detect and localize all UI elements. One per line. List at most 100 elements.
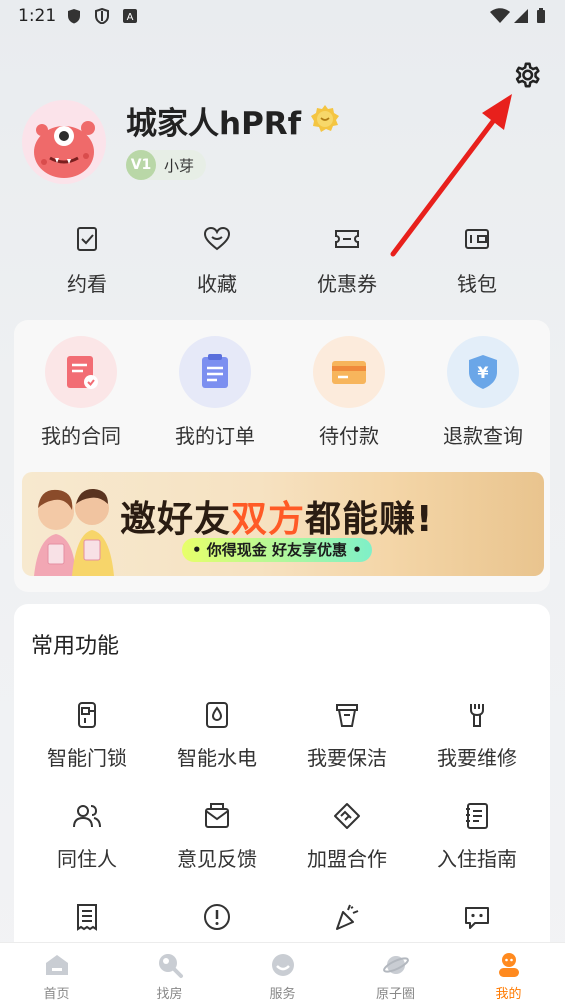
feedback-icon — [205, 803, 229, 828]
banner-text-1: 邀好友 — [120, 499, 232, 540]
app-notification-icon: A — [123, 9, 137, 23]
search-house-icon — [158, 954, 183, 978]
quick-coupons[interactable]: 优惠券 — [282, 224, 412, 304]
heart-icon — [203, 226, 231, 251]
my-orders-label: 我的订单 — [175, 424, 255, 448]
shield-icon — [68, 9, 80, 24]
repair-item[interactable]: 我要维修 — [412, 700, 542, 771]
planet-icon — [382, 956, 409, 974]
section-title: 常用功能 — [31, 634, 120, 659]
nav-find-house[interactable]: 找房 — [113, 943, 226, 1005]
contract-icon — [67, 356, 98, 389]
banner-headline: 邀好友双方都能赚! — [120, 490, 433, 542]
smart-lock-label: 智能门锁 — [47, 746, 127, 770]
smart-lock-icon — [78, 702, 96, 728]
nav-circle[interactable]: 原子圈 — [339, 943, 452, 1005]
cleaning-item[interactable]: 我要保洁 — [282, 700, 412, 771]
refund-inquiry[interactable]: ¥ 退款查询 — [416, 336, 550, 449]
checkin-guide-item[interactable]: 入住指南 — [412, 801, 542, 872]
coupon-icon — [335, 230, 359, 248]
wallet-icon — [465, 229, 489, 249]
nav-service[interactable]: 服务 — [226, 943, 339, 1005]
pending-payment[interactable]: 待付款 — [282, 336, 416, 449]
profile-icon — [498, 953, 519, 977]
handshake-icon — [334, 803, 360, 829]
username: 城家人hPRf — [126, 106, 302, 142]
cleaning-icon — [336, 704, 358, 727]
cellular-signal-icon — [514, 9, 528, 23]
level-code: V1 — [126, 150, 156, 180]
my-contracts-label: 我的合同 — [41, 424, 121, 448]
nav-service-label: 服务 — [269, 987, 296, 1002]
bottom-nav: 首页 找房 服务 原子圈 我的 — [0, 942, 565, 1005]
feedback-label: 意见反馈 — [177, 847, 257, 871]
common-functions-card: 常用功能 智能门锁 智能水电 我要保洁 我要维修 同住人 意见反馈 加盟合作 入… — [14, 604, 550, 984]
refund-shield-icon: ¥ — [469, 355, 497, 389]
status-bar: 1:21 A — [0, 0, 565, 32]
order-icon — [202, 354, 228, 388]
nav-home-label: 首页 — [43, 987, 70, 1002]
roommates-label: 同住人 — [57, 847, 117, 871]
invite-friends-banner[interactable]: 邀好友双方都能赚! • 你得现金 好友享优惠 • — [22, 472, 544, 576]
repair-label: 我要维修 — [437, 746, 517, 770]
service-icon — [271, 954, 294, 976]
guide-icon — [466, 803, 488, 829]
receipt-item[interactable] — [22, 902, 152, 944]
nav-mine[interactable]: 我的 — [452, 943, 565, 1005]
alert-icon — [204, 904, 230, 930]
nav-mine-label: 我的 — [495, 987, 522, 1002]
quick-wallet-label: 钱包 — [457, 272, 497, 296]
battery-icon — [537, 8, 545, 23]
partnership-item[interactable]: 加盟合作 — [282, 801, 412, 872]
roommates-icon — [73, 805, 101, 828]
nav-circle-label: 原子圈 — [375, 987, 415, 1002]
quick-wallet[interactable]: 钱包 — [412, 224, 542, 304]
level-name: 小芽 — [164, 156, 195, 175]
alert-item[interactable] — [152, 902, 282, 944]
orders-card: 我的合同 我的订单 待付款 ¥ 退款查询 邀好友双方都能赚! • 你得现金 好友… — [14, 320, 550, 592]
water-electric-label: 智能水电 — [177, 746, 257, 770]
svg-text:A: A — [127, 12, 134, 23]
member-badge-icon — [311, 105, 339, 132]
chat-item[interactable] — [412, 902, 542, 944]
nav-home[interactable]: 首页 — [0, 943, 113, 1005]
shield-outline-icon — [95, 8, 109, 24]
pending-payment-label: 待付款 — [319, 424, 379, 448]
repair-icon — [470, 704, 484, 727]
quick-favorites-label: 收藏 — [197, 272, 237, 296]
party-icon — [336, 904, 359, 930]
svg-text:¥: ¥ — [477, 363, 488, 382]
monster-avatar-icon — [34, 121, 95, 178]
smart-lock-item[interactable]: 智能门锁 — [22, 700, 152, 771]
feedback-item[interactable]: 意见反馈 — [152, 801, 282, 872]
avatar[interactable] — [22, 100, 106, 184]
cleaning-label: 我要保洁 — [307, 746, 387, 770]
card-icon — [332, 361, 366, 384]
water-electric-icon — [206, 702, 228, 728]
roommates-item[interactable]: 同住人 — [22, 801, 152, 872]
receipt-icon — [77, 904, 97, 931]
nav-find-house-label: 找房 — [156, 987, 183, 1002]
home-icon — [45, 955, 68, 975]
banner-subtitle: • 你得现金 好友享优惠 • — [182, 538, 372, 562]
checkin-guide-label: 入住指南 — [437, 847, 517, 871]
partnership-label: 加盟合作 — [307, 847, 387, 871]
quick-appointment[interactable]: 约看 — [22, 224, 152, 304]
quick-coupons-label: 优惠券 — [317, 272, 377, 296]
chat-icon — [465, 907, 489, 929]
status-time: 1:21 — [18, 6, 57, 26]
quick-appointment-label: 约看 — [67, 272, 107, 296]
water-electric-item[interactable]: 智能水电 — [152, 700, 282, 771]
banner-text-3: 都能赚! — [305, 499, 434, 540]
quick-actions: 约看 收藏 优惠券 钱包 — [22, 224, 542, 304]
my-contracts[interactable]: 我的合同 — [14, 336, 148, 449]
settings-gear-icon[interactable] — [510, 58, 544, 92]
quick-favorites[interactable]: 收藏 — [152, 224, 282, 304]
wifi-icon — [490, 8, 510, 23]
party-item[interactable] — [282, 902, 412, 944]
member-level-badge[interactable]: V1 小芽 — [126, 150, 207, 180]
refund-inquiry-label: 退款查询 — [443, 424, 523, 448]
my-orders[interactable]: 我的订单 — [148, 336, 282, 449]
friends-illustration-icon — [34, 488, 114, 576]
bookmark-check-icon — [77, 227, 97, 251]
